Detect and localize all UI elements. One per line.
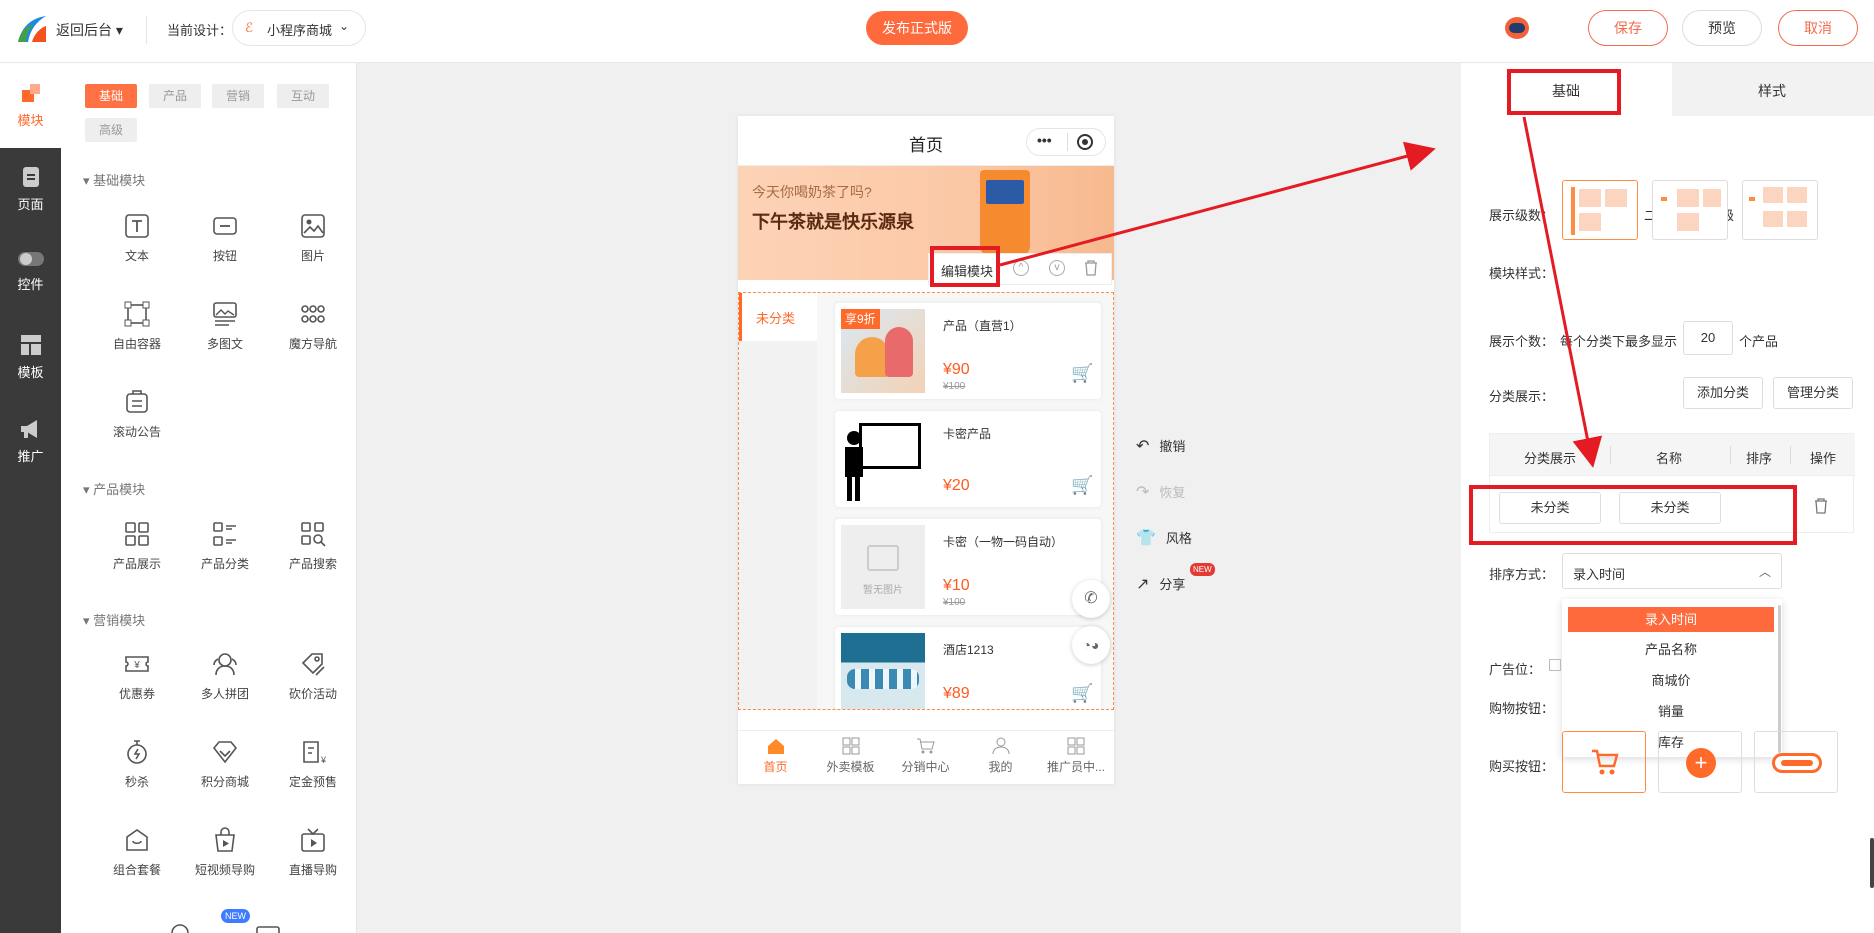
annotation-arrows: [999, 116, 1603, 468]
page-scrollbar[interactable]: [1870, 838, 1874, 888]
